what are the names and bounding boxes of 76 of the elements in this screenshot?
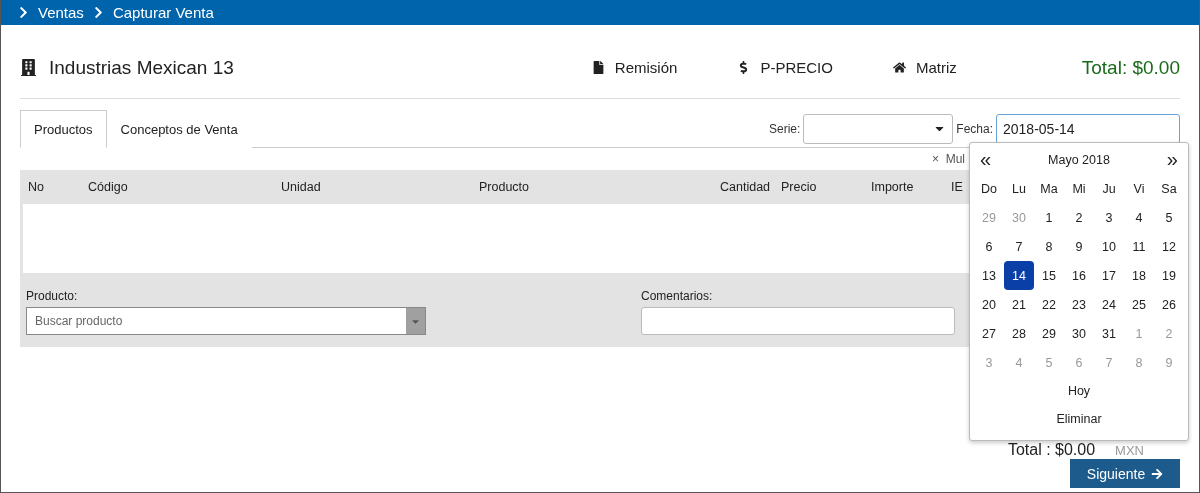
comments-field[interactable] (641, 307, 955, 335)
client-name: Industrias Mexican 13 (49, 56, 235, 79)
column-header: No (28, 180, 44, 194)
calendar-day[interactable]: 12 (1154, 232, 1184, 261)
currency-label: MXN (1115, 443, 1144, 458)
column-header: Cantidad (720, 180, 771, 194)
home-icon (892, 61, 906, 74)
calendar-day[interactable]: 25 (1124, 290, 1154, 319)
today-button[interactable]: Hoy (1061, 377, 1097, 405)
total-amount: Total: $0.00 (1081, 56, 1180, 79)
next-month-button[interactable]: » (1166, 148, 1178, 171)
calendar-day[interactable]: 5 (1154, 203, 1184, 232)
calendar-day[interactable]: 23 (1064, 290, 1094, 319)
document-icon (591, 61, 605, 74)
multi-option[interactable]: × Mul (932, 152, 965, 166)
calendar-day[interactable]: 15 (1034, 261, 1064, 290)
weekday-label: Mi (1072, 181, 1086, 196)
arrow-right-icon (1151, 467, 1164, 480)
calendar-day[interactable]: 14 (1004, 261, 1034, 290)
breadcrumb-link[interactable]: Ventas (38, 4, 84, 21)
calendar-day[interactable]: 21 (1004, 290, 1034, 319)
date-field[interactable]: 2018-05-14 (996, 113, 1180, 144)
calendar-day[interactable]: 1 (1034, 203, 1064, 232)
calendar-day[interactable]: 7 (1004, 232, 1034, 261)
calendar-day[interactable]: 10 (1094, 232, 1124, 261)
calendar-day[interactable]: 17 (1094, 261, 1124, 290)
calendar-day[interactable]: 18 (1124, 261, 1154, 290)
comments-label: Comentarios: (641, 289, 714, 303)
calendar-day[interactable]: 4 (1124, 203, 1154, 232)
column-header: Producto (479, 180, 530, 194)
calendar-day[interactable]: 24 (1094, 290, 1124, 319)
prev-month-button[interactable]: « (980, 148, 992, 171)
calendar-day[interactable]: 22 (1034, 290, 1064, 319)
calendar-day[interactable]: 6 (974, 232, 1004, 261)
weekday-label: Do (981, 181, 997, 196)
weekday-label: Sa (1161, 181, 1177, 196)
column-header: Unidad (281, 180, 321, 194)
calendar-day[interactable]: 20 (974, 290, 1004, 319)
weekday-label: Vi (1133, 181, 1145, 196)
column-header: Código (88, 180, 128, 194)
serie-label: Serie: (768, 121, 801, 136)
tab[interactable]: Productos (20, 110, 107, 148)
serie-select[interactable] (803, 113, 954, 144)
calendar-day[interactable]: 3 (1094, 203, 1124, 232)
column-header: Precio (781, 180, 817, 194)
calendar-day[interactable]: 13 (974, 261, 1004, 290)
calendar-day[interactable]: 31 (1094, 319, 1124, 348)
calendar-day[interactable]: 29 (1034, 319, 1064, 348)
weekday-label: Lu (1012, 181, 1026, 196)
column-header: IE (951, 180, 963, 194)
fecha-label: Fecha: (956, 121, 993, 136)
calendar-day[interactable]: 2 (1064, 203, 1094, 232)
building-icon (20, 59, 37, 76)
calendar-day[interactable]: 8 (1034, 232, 1064, 261)
month-title[interactable]: Mayo 2018 (1048, 152, 1110, 167)
weekday-label: Ma (1040, 181, 1058, 196)
product-search-field[interactable]: Buscar producto (26, 307, 426, 335)
chevron-right-icon (17, 6, 30, 19)
calendar-day[interactable]: 26 (1154, 290, 1184, 319)
calendar-day[interactable]: 11 (1124, 232, 1154, 261)
clear-button[interactable]: Eliminar (1050, 405, 1108, 433)
column-header: Importe (871, 180, 914, 194)
calendar-day[interactable]: 27 (974, 319, 1004, 348)
header-link[interactable]: Remisión (591, 59, 678, 76)
next-button[interactable]: Siguiente (1070, 459, 1180, 488)
weekday-label: Ju (1102, 181, 1116, 196)
breadcrumb-link[interactable]: Capturar Venta (112, 4, 214, 21)
calendar-day[interactable]: 28 (1004, 319, 1034, 348)
header-link[interactable]: P-PRECIO (737, 59, 833, 76)
footer-total: Total : $0.00 (1007, 441, 1096, 458)
calendar-day[interactable]: 19 (1154, 261, 1184, 290)
header-link[interactable]: Matriz (892, 59, 957, 76)
calendar-day[interactable]: 9 (1064, 232, 1094, 261)
product-label: Producto: (26, 289, 79, 303)
calendar-day[interactable]: 16 (1064, 261, 1094, 290)
calendar-day[interactable]: 30 (1064, 319, 1094, 348)
